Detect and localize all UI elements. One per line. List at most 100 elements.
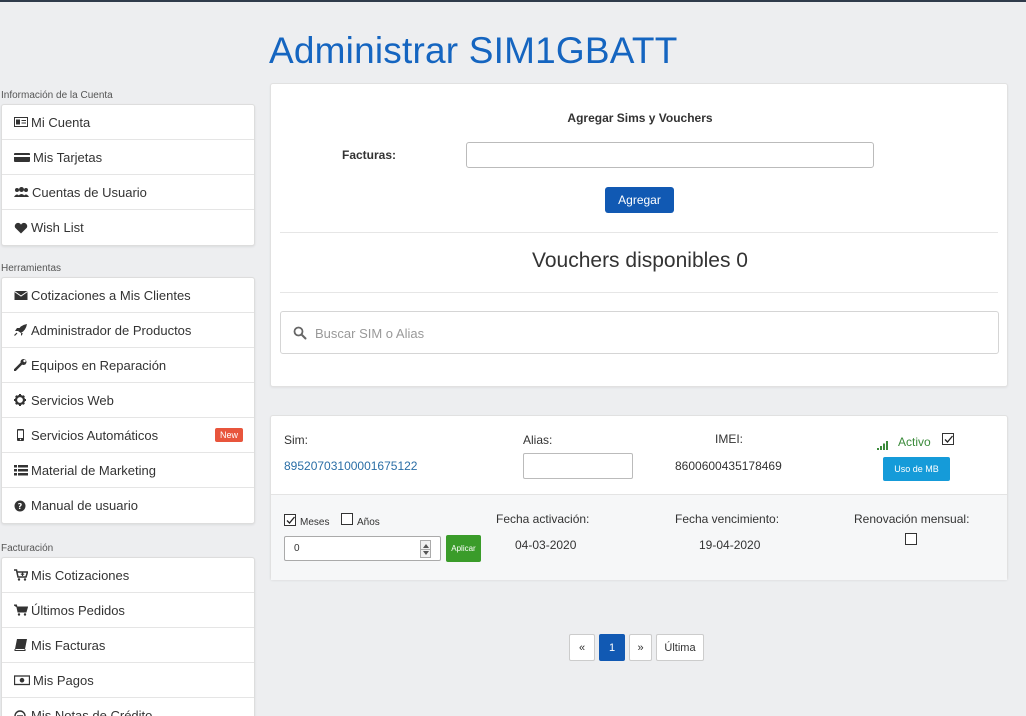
stepper-down-icon[interactable] [423,551,429,555]
sidebar-item-label: Cuentas de Usuario [32,184,147,200]
page-title: Administrar SIM1GBATT [269,30,678,71]
agregar-button[interactable]: Agregar [605,187,674,213]
divider [280,232,998,233]
pagination: « 1 » Última [569,634,708,661]
months-stepper[interactable]: 0 [284,536,441,561]
sidebar-item-mis-cotizaciones[interactable]: Mis Cotizaciones [2,558,254,593]
meses-label: Meses [300,517,330,528]
activation-value: 04-03-2020 [515,538,577,552]
expiry-label: Fecha vencimiento: [675,512,780,526]
sidebar-item-label: Mis Notas de Crédito [31,708,153,716]
divider [280,292,998,293]
cart-plus-icon [14,569,28,581]
stepper-up-icon[interactable] [423,544,429,548]
anos-label: Años [357,517,380,528]
rocket-icon [14,324,28,336]
add-sims-panel: Agregar Sims y Vouchers Facturas: Agrega… [270,83,1008,387]
sim-label: Sim: [284,433,308,447]
section-title-account: Información de la Cuenta [1,90,113,101]
search-icon [293,326,307,340]
sidebar-item-cuentas-usuario[interactable]: Cuentas de Usuario [2,175,254,210]
sidebar-item-label: Cotizaciones a Mis Clientes [31,287,191,303]
menu-tools: Cotizaciones a Mis Clientes Administrado… [1,277,255,524]
sidebar-item-label: Administrador de Productos [31,322,192,338]
book-icon [14,639,28,651]
gear-icon [14,394,28,406]
sidebar-item-notas-credito[interactable]: Mis Notas de Crédito [2,698,254,716]
next-page-button[interactable]: » [629,634,652,661]
stepper-value: 0 [294,543,300,554]
sidebar-item-label: Equipos en Reparación [31,357,167,373]
meses-checkbox[interactable] [284,514,296,526]
sidebar-item-ultimos-pedidos[interactable]: Últimos Pedidos [2,593,254,628]
sidebar-item-mis-tarjetas[interactable]: Mis Tarjetas [2,140,254,175]
sidebar-item-mis-pagos[interactable]: Mis Pagos [2,663,254,698]
status-checkbox[interactable] [942,433,954,445]
last-page-button[interactable]: Última [656,634,704,661]
imei-value: 8600600435178469 [675,459,782,473]
uso-mb-button[interactable]: Uso de MB [883,457,950,481]
sidebar-item-equipos-reparacion[interactable]: Equipos en Reparación [2,348,254,383]
sidebar-item-administrador-productos[interactable]: Administrador de Productos [2,313,254,348]
page-1-button[interactable]: 1 [599,634,625,661]
stepper-divider [421,549,430,550]
facturas-label: Facturas: [342,148,397,162]
sidebar-item-label: Wish List [31,220,84,235]
credit-card-icon [14,151,30,163]
sidebar-item-label: Mis Facturas [31,637,106,653]
sidebar-item-label: Manual de usuario [31,498,138,513]
section-title-tools: Herramientas [1,263,62,274]
sidebar-item-servicios-web[interactable]: Servicios Web [2,383,254,418]
alias-input[interactable] [523,453,633,479]
heart-icon [14,222,28,234]
sidebar-item-label: Últimos Pedidos [31,602,125,618]
sidebar-item-manual-usuario[interactable]: ? Manual de usuario [2,488,254,523]
sidebar-item-label: Material de Marketing [31,462,156,478]
envelope-icon [14,289,28,301]
sidebar-item-label: Mis Tarjetas [33,149,103,165]
users-icon [14,186,29,198]
sidebar-item-mis-facturas[interactable]: Mis Facturas [2,628,254,663]
menu-account: Mi Cuenta Mis Tarjetas Cuentas de Usuari… [1,104,255,246]
new-badge: New [214,428,243,442]
sim-card: Sim: 89520703100001675122 Alias: IMEI: 8… [270,415,1008,580]
aplicar-button[interactable]: Aplicar [446,535,481,562]
sidebar-item-label: Mis Pagos [33,672,94,688]
sidebar-item-wish-list[interactable]: Wish List [2,210,254,245]
imei-label: IMEI: [715,432,744,446]
credit-note-icon [14,709,28,716]
search-box[interactable] [280,311,999,354]
question-icon: ? [14,500,28,512]
sidebar-item-label: Servicios Web [31,392,114,408]
section-title-billing: Facturación [1,543,54,554]
activation-label: Fecha activación: [496,512,590,526]
vouchers-available: Vouchers disponibles 0 [532,249,748,272]
top-border [0,0,1026,2]
cart-icon [14,604,28,616]
signal-icon [877,437,890,450]
sidebar-item-cotizaciones-clientes[interactable]: Cotizaciones a Mis Clientes [2,278,254,313]
sidebar-item-label: Mi Cuenta [31,114,91,130]
menu-billing: Mis Cotizaciones Últimos Pedidos Mis Fac… [1,557,255,716]
list-icon [14,464,28,476]
alias-label: Alias: [523,433,553,447]
add-panel-heading: Agregar Sims y Vouchers [567,111,713,125]
sidebar-item-servicios-automaticos[interactable]: Servicios Automáticos New [2,418,254,453]
facturas-input[interactable] [466,142,874,168]
sim-number-link[interactable]: 89520703100001675122 [284,459,417,473]
id-card-icon [14,116,28,128]
phone-icon [14,429,28,441]
money-icon [14,674,30,686]
search-input[interactable] [315,324,915,342]
stepper-arrows[interactable] [420,540,431,558]
svg-text:?: ? [18,502,23,511]
renewal-checkbox[interactable] [905,533,917,545]
prev-page-button[interactable]: « [569,634,595,661]
wrench-icon [14,359,28,371]
sidebar-item-material-marketing[interactable]: Material de Marketing [2,453,254,488]
sidebar-item-label: Mis Cotizaciones [31,567,130,583]
anos-checkbox[interactable] [341,513,353,525]
renewal-label: Renovación mensual: [854,512,970,526]
sidebar-item-mi-cuenta[interactable]: Mi Cuenta [2,105,254,140]
status-label: Activo [898,435,931,449]
